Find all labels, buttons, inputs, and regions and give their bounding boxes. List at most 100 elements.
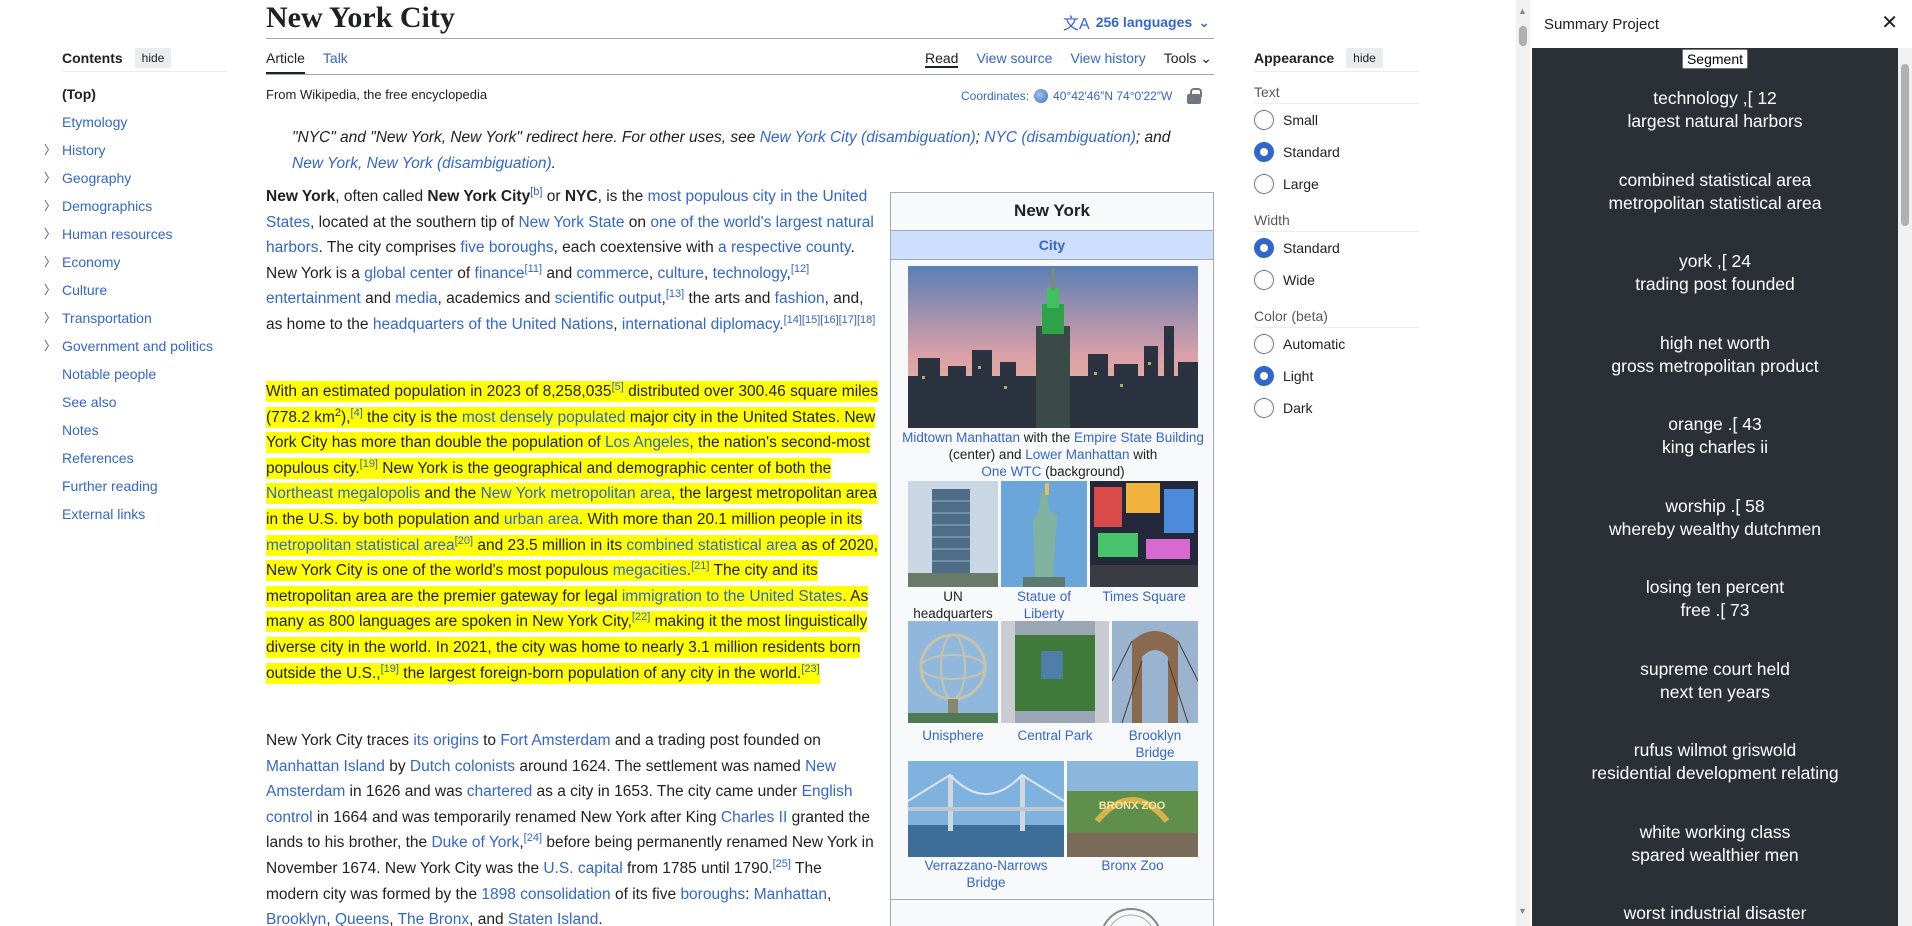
chevron-right-icon[interactable]: 〉 xyxy=(44,220,56,248)
inline-link[interactable]: 1898 consolidation xyxy=(481,886,610,903)
chevron-right-icon[interactable]: 〉 xyxy=(44,248,56,276)
inline-link[interactable]: megacities xyxy=(613,562,687,579)
page-scrollbar-thumb[interactable] xyxy=(1519,26,1527,46)
scroll-down-arrow-icon[interactable]: ▼ xyxy=(1518,906,1527,916)
inline-link[interactable]: Staten Island xyxy=(508,911,598,926)
text-size-option[interactable]: Large xyxy=(1254,168,1419,200)
radio-button[interactable] xyxy=(1254,142,1274,162)
panel-scrollbar-thumb[interactable] xyxy=(1901,64,1909,226)
caption-link[interactable]: Midtown Manhattan xyxy=(902,430,1020,445)
tab-view-history[interactable]: View history xyxy=(1070,50,1145,68)
tools-menu[interactable]: Tools ⌄ xyxy=(1164,50,1212,68)
page-scrollbar[interactable]: ▲ ▼ xyxy=(1516,0,1530,926)
toc-item[interactable]: 〉 Demographics xyxy=(44,192,227,220)
color-option[interactable]: Light xyxy=(1254,360,1419,392)
toc-item[interactable]: Notable people xyxy=(62,360,227,388)
inline-link[interactable]: scientific output xyxy=(555,290,662,307)
inline-link[interactable]: Dutch colonists xyxy=(410,758,515,775)
inline-link[interactable]: Duke of York xyxy=(431,834,519,851)
inline-link[interactable]: media xyxy=(395,290,437,307)
footnote-link[interactable]: [22] xyxy=(632,611,650,623)
tab-talk[interactable]: Talk xyxy=(323,50,348,74)
footnote-link[interactable]: [13] xyxy=(666,288,684,300)
width-option[interactable]: Standard xyxy=(1254,232,1419,264)
toc-item[interactable]: 〉 History xyxy=(44,136,227,164)
footnote-link[interactable]: [24] xyxy=(524,832,542,844)
globe-icon[interactable] xyxy=(1034,89,1049,103)
brooklyn-bridge-caption[interactable]: Brooklyn Bridge xyxy=(1112,727,1198,761)
toc-item[interactable]: 〉 Culture xyxy=(44,276,227,304)
coordinates-link[interactable]: 40°42′46″N 74°0′22″W xyxy=(1053,89,1172,103)
radio-button[interactable] xyxy=(1254,110,1274,130)
inline-link[interactable]: finance xyxy=(475,265,525,282)
toc-item[interactable]: (Top) xyxy=(62,80,227,108)
chevron-right-icon[interactable]: 〉 xyxy=(44,192,56,220)
scroll-up-arrow-icon[interactable]: ▲ xyxy=(1518,6,1527,16)
radio-button[interactable] xyxy=(1254,238,1274,258)
chevron-right-icon[interactable]: 〉 xyxy=(44,136,56,164)
city-seal-image[interactable] xyxy=(1096,905,1166,926)
toc-item[interactable]: See also xyxy=(62,388,227,416)
width-option[interactable]: Wide xyxy=(1254,264,1419,296)
footnote-link[interactable]: [25] xyxy=(773,858,791,870)
unisphere-caption[interactable]: Unisphere xyxy=(908,727,998,744)
inline-link[interactable]: culture xyxy=(658,265,705,282)
hatnote-link-ny-ny[interactable]: New York, New York (disambiguation) xyxy=(292,155,552,172)
radio-button[interactable] xyxy=(1254,174,1274,194)
inline-link[interactable]: Northeast megalopolis xyxy=(266,485,420,502)
infobox-subtitle[interactable]: City xyxy=(891,230,1213,260)
inline-link[interactable]: Manhattan Island xyxy=(266,758,385,775)
inline-link[interactable]: technology xyxy=(713,265,787,282)
inline-link[interactable]: Manhattan xyxy=(754,886,827,903)
toc-item[interactable]: 〉 Human resources xyxy=(44,220,227,248)
inline-link[interactable]: its origins xyxy=(413,732,478,749)
footnote-link[interactable]: [21] xyxy=(691,560,709,572)
inline-link[interactable]: international diplomacy xyxy=(622,316,779,333)
bronx-zoo-photo[interactable]: BRONX ZOO xyxy=(1067,761,1198,857)
inline-link[interactable]: headquarters of the United Nations xyxy=(373,316,613,333)
inline-link[interactable]: Queens xyxy=(335,911,389,926)
times-square-photo[interactable] xyxy=(1090,481,1198,587)
brooklyn-bridge-photo[interactable] xyxy=(1112,621,1198,723)
inline-link[interactable]: Brooklyn xyxy=(266,911,326,926)
toc-item[interactable]: Further reading xyxy=(62,472,227,500)
unisphere-photo[interactable] xyxy=(908,621,998,723)
inline-link[interactable]: metropolitan statistical area xyxy=(266,537,455,554)
inline-link[interactable]: commerce xyxy=(577,265,649,282)
inline-link[interactable]: Fort Amsterdam xyxy=(500,732,610,749)
hatnote-link-nyc-disambiguation[interactable]: New York City (disambiguation) xyxy=(760,129,976,146)
inline-link[interactable]: five boroughs xyxy=(460,239,553,256)
lock-icon[interactable] xyxy=(1187,88,1203,104)
inline-link[interactable]: Los Angeles xyxy=(605,434,689,451)
inline-link[interactable]: entertainment xyxy=(266,290,361,307)
inline-link[interactable]: New York State xyxy=(518,214,624,231)
footnote-link[interactable]: [19] xyxy=(360,458,378,470)
panel-scrollbar[interactable] xyxy=(1898,48,1912,926)
inline-link[interactable]: immigration to the United States xyxy=(622,588,843,605)
central-park-photo[interactable] xyxy=(1001,621,1109,723)
footnote-link[interactable]: [12] xyxy=(791,263,809,275)
inline-link[interactable]: Charles II xyxy=(721,809,787,826)
toc-item[interactable]: Etymology xyxy=(62,108,227,136)
footnote-link[interactable]: [11] xyxy=(525,263,543,275)
footnote-link[interactable]: [5] xyxy=(612,381,624,393)
bronx-zoo-caption[interactable]: Bronx Zoo xyxy=(1067,857,1198,874)
inline-link[interactable]: chartered xyxy=(467,783,532,800)
toc-item[interactable]: 〉 Government and politics xyxy=(44,332,227,360)
close-icon[interactable]: ✕ xyxy=(1881,13,1898,33)
inline-link[interactable]: combined statistical area xyxy=(626,537,797,554)
footnote-link[interactable]: [20] xyxy=(455,534,473,546)
inline-link[interactable]: global center xyxy=(364,265,453,282)
verrazzano-bridge-photo[interactable] xyxy=(908,761,1064,857)
footnote-link[interactable]: [4] xyxy=(351,406,363,418)
caption-link[interactable]: One WTC xyxy=(981,464,1041,479)
chevron-right-icon[interactable]: 〉 xyxy=(44,276,56,304)
un-headquarters-photo[interactable] xyxy=(908,481,998,587)
inline-link[interactable]: boroughs xyxy=(680,886,745,903)
text-size-option[interactable]: Small xyxy=(1254,104,1419,136)
toc-item[interactable]: References xyxy=(62,444,227,472)
skyline-photo[interactable] xyxy=(908,266,1198,428)
appearance-hide-button[interactable]: hide xyxy=(1346,47,1383,68)
footnote-link[interactable]: [14][15][16][17][18] xyxy=(784,314,876,326)
caption-link[interactable]: Lower Manhattan xyxy=(1025,447,1129,462)
